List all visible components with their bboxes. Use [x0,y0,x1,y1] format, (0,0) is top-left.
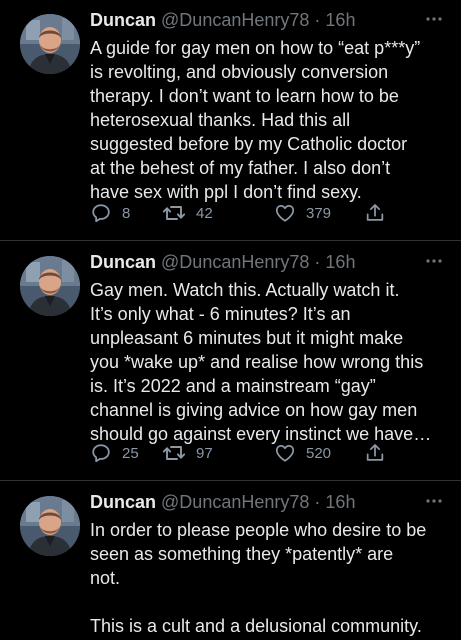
retweet-count: 42 [196,204,213,222]
like-button[interactable]: 520 [274,442,331,464]
avatar[interactable] [20,256,80,316]
more-icon[interactable] [425,258,443,264]
share-icon [364,202,386,224]
user-handle[interactable]: @DuncanHenry78 [161,252,309,272]
tweet-header: Duncan @DuncanHenry78 · 16h [90,490,421,514]
separator-dot: · [314,492,321,512]
retweet-button[interactable]: 97 [162,442,213,464]
share-icon [364,442,386,464]
heart-icon [274,442,296,464]
retweet-icon [162,201,186,225]
user-handle[interactable]: @DuncanHenry78 [161,492,309,512]
user-handle[interactable]: @DuncanHenry78 [161,10,309,30]
display-name[interactable]: Duncan [90,10,156,30]
retweet-count: 97 [196,444,213,462]
like-button[interactable]: 379 [274,202,331,224]
tweet-text: A guide for gay men on how to “eat p***y… [90,38,421,202]
tweet[interactable]: Duncan @DuncanHenry78 · 16h Gay men. Wat… [0,240,461,480]
more-icon[interactable] [425,16,443,22]
avatar[interactable] [20,14,80,74]
reply-icon [90,202,112,224]
tweet-actions: 25 97 520 [90,442,390,464]
timestamp[interactable]: 16h [325,252,355,272]
display-name[interactable]: Duncan [90,492,156,512]
tweet-actions: 8 42 379 [90,202,390,224]
retweet-button[interactable]: 42 [162,202,213,224]
separator-dot: · [314,252,321,272]
tweet-header: Duncan @DuncanHenry78 · 16h [90,250,421,274]
like-count: 379 [306,204,332,222]
display-name[interactable]: Duncan [90,252,156,272]
reply-button[interactable]: 8 [90,202,130,224]
reply-count: 25 [122,444,139,462]
tweet-text: Gay men. Watch this. Actually watch it. … [90,280,432,444]
heart-icon [274,202,296,224]
reply-count: 8 [122,204,131,222]
tweet-text: In order to please people who desire to … [90,520,427,636]
reply-icon [90,442,112,464]
more-icon[interactable] [425,498,443,504]
tweet[interactable]: Duncan @DuncanHenry78 · 16h In order to … [0,480,461,640]
tweet[interactable]: Duncan @DuncanHenry78 · 16h A guide for … [0,0,461,240]
share-button[interactable] [364,202,386,224]
avatar-image [20,496,80,556]
avatar[interactable] [20,496,80,556]
timestamp[interactable]: 16h [325,492,355,512]
like-count: 520 [306,444,332,462]
tweet-header: Duncan @DuncanHenry78 · 16h [90,8,421,32]
share-button[interactable] [364,442,386,464]
avatar-image [20,256,80,316]
timestamp[interactable]: 16h [325,10,355,30]
separator-dot: · [314,10,321,30]
reply-button[interactable]: 25 [90,442,139,464]
avatar-image [20,14,80,74]
retweet-icon [162,441,186,465]
